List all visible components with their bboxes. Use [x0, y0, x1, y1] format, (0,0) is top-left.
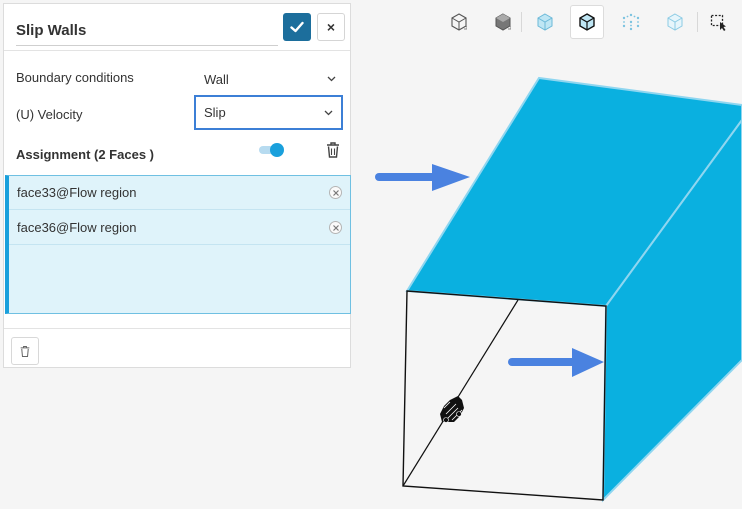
delete-button[interactable]: [11, 337, 39, 365]
boundary-conditions-select[interactable]: Wall: [196, 66, 344, 92]
boundary-conditions-label: Boundary conditions: [16, 70, 134, 85]
toggle-knob: [270, 143, 284, 157]
view-wireframe-icon: [579, 13, 595, 31]
face-name: face33@Flow region: [17, 185, 137, 200]
view-back-icon: [451, 13, 467, 31]
list-item[interactable]: face33@Flow region: [9, 176, 350, 210]
close-icon: ×: [326, 19, 336, 35]
divider: [4, 328, 350, 329]
view-points-icon: [622, 13, 640, 31]
toolbar-button-6[interactable]: [702, 5, 736, 39]
toolbar-button-0[interactable]: [442, 5, 476, 39]
velocity-value: Slip: [204, 105, 226, 120]
face-arrow-top: [375, 164, 470, 191]
assignment-label: Assignment (2 Faces ): [16, 147, 154, 162]
velocity-label: (U) Velocity: [16, 107, 83, 122]
toolbar-button-5[interactable]: [658, 5, 692, 39]
toolbar-button-4[interactable]: [614, 5, 648, 39]
divider: [4, 50, 350, 51]
confirm-button[interactable]: [283, 13, 311, 41]
close-button[interactable]: ×: [317, 13, 345, 41]
face-name: face36@Flow region: [17, 220, 137, 235]
toolbar-button-2[interactable]: [528, 5, 562, 39]
assignment-toggle[interactable]: [259, 143, 285, 157]
assigned-faces-list[interactable]: face33@Flow region face36@Flow region: [5, 175, 351, 314]
trash-icon: [20, 345, 30, 357]
boundary-conditions-value: Wall: [204, 71, 229, 87]
chevron-down-icon: [327, 76, 336, 82]
toolbar-button-3[interactable]: [570, 5, 604, 39]
car-model: [440, 396, 464, 423]
toolbar-separator: [521, 12, 522, 32]
remove-face-button[interactable]: [329, 221, 342, 234]
list-item[interactable]: face36@Flow region: [9, 211, 350, 245]
domain-edge-diagonal: [402, 299, 519, 487]
view-transparent-icon: [537, 13, 553, 31]
chevron-down-icon: [324, 110, 333, 115]
view-outline-icon: [667, 13, 683, 31]
view-solid-icon: [495, 13, 511, 31]
check-icon: [290, 21, 304, 33]
boundary-condition-panel: × Boundary conditions Wall (U) Velocity …: [3, 3, 351, 368]
close-icon: [332, 189, 339, 196]
box-select-icon: [710, 14, 726, 31]
face-arrow-side: [508, 348, 604, 377]
toolbar-button-1[interactable]: [486, 5, 520, 39]
panel-title-input[interactable]: [16, 16, 278, 46]
velocity-select[interactable]: Slip: [194, 95, 343, 130]
close-icon: [332, 224, 339, 231]
remove-face-button[interactable]: [329, 186, 342, 199]
toolbar-separator: [697, 12, 698, 32]
trash-icon[interactable]: [325, 141, 341, 159]
